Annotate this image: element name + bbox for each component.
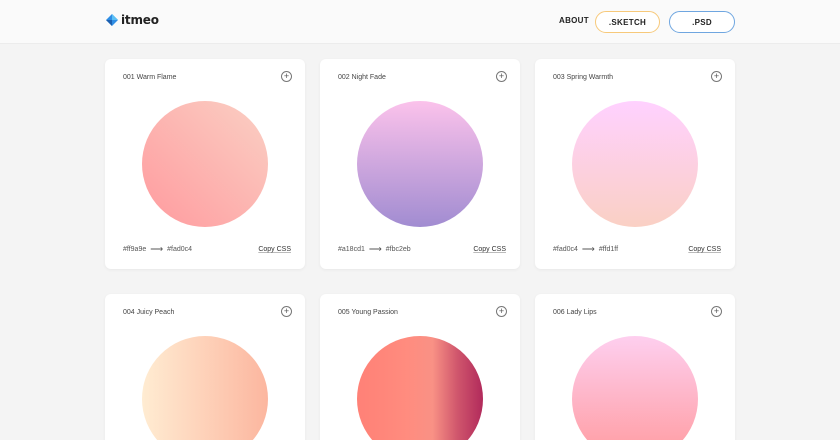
add-icon[interactable]: + (281, 71, 292, 82)
gradient-colors: #a18cd1 ⟶ #fbc2eb (338, 244, 411, 255)
gradient-colors: #fad0c4 ⟶ #ffd1ff (553, 244, 618, 255)
logo-diamond-icon (106, 14, 118, 26)
copy-css-button[interactable]: Copy CSS (258, 246, 291, 253)
gradient-card: 006 Lady Lips + (535, 294, 735, 440)
card-title: 001 Warm Flame (123, 74, 177, 81)
add-icon[interactable]: + (281, 306, 292, 317)
gradient-preview (357, 101, 483, 227)
color-to: #fbc2eb (385, 246, 411, 253)
gradient-preview (142, 336, 268, 440)
gradient-preview (572, 101, 698, 227)
color-from: #ff9a9e (123, 246, 147, 253)
arrow-right-icon: ⟶ (581, 244, 595, 254)
gradient-colors: #ff9a9e ⟶ #fad0c4 (123, 244, 192, 255)
gradient-preview (572, 336, 698, 440)
copy-css-button[interactable]: Copy CSS (473, 246, 506, 253)
download-psd-button[interactable]: .PSD (669, 11, 735, 33)
arrow-right-icon: ⟶ (368, 244, 382, 254)
nav-about-link[interactable]: ABOUT (559, 16, 589, 25)
gradient-card: 005 Young Passion + (320, 294, 520, 440)
copy-css-button[interactable]: Copy CSS (688, 246, 721, 253)
card-title: 003 Spring Warmth (553, 74, 614, 81)
download-sketch-button[interactable]: .SKETCH (595, 11, 660, 33)
color-from: #fad0c4 (553, 246, 578, 253)
gradient-preview (142, 101, 268, 227)
add-icon[interactable]: + (496, 71, 507, 82)
card-title: 004 Juicy Peach (123, 309, 175, 316)
card-title: 006 Lady Lips (553, 309, 597, 316)
gradient-card: 002 Night Fade + #a18cd1 ⟶ #fbc2eb Copy … (320, 59, 520, 269)
gradient-card: 004 Juicy Peach + (105, 294, 305, 440)
gradient-card: 003 Spring Warmth + #fad0c4 ⟶ #ffd1ff Co… (535, 59, 735, 269)
color-to: #ffd1ff (598, 246, 619, 253)
add-icon[interactable]: + (711, 71, 722, 82)
top-header: itmeo ABOUT .SKETCH .PSD (0, 0, 840, 44)
gradient-card: 001 Warm Flame + #ff9a9e ⟶ #fad0c4 Copy … (105, 59, 305, 269)
logo-text: itmeo (121, 13, 159, 27)
arrow-right-icon: ⟶ (150, 244, 164, 254)
card-title: 005 Young Passion (338, 309, 398, 316)
add-icon[interactable]: + (496, 306, 507, 317)
color-from: #a18cd1 (338, 246, 365, 253)
gradient-preview (357, 336, 483, 440)
card-title: 002 Night Fade (338, 74, 386, 81)
color-to: #fad0c4 (167, 246, 193, 253)
logo[interactable]: itmeo (106, 13, 159, 27)
add-icon[interactable]: + (711, 306, 722, 317)
